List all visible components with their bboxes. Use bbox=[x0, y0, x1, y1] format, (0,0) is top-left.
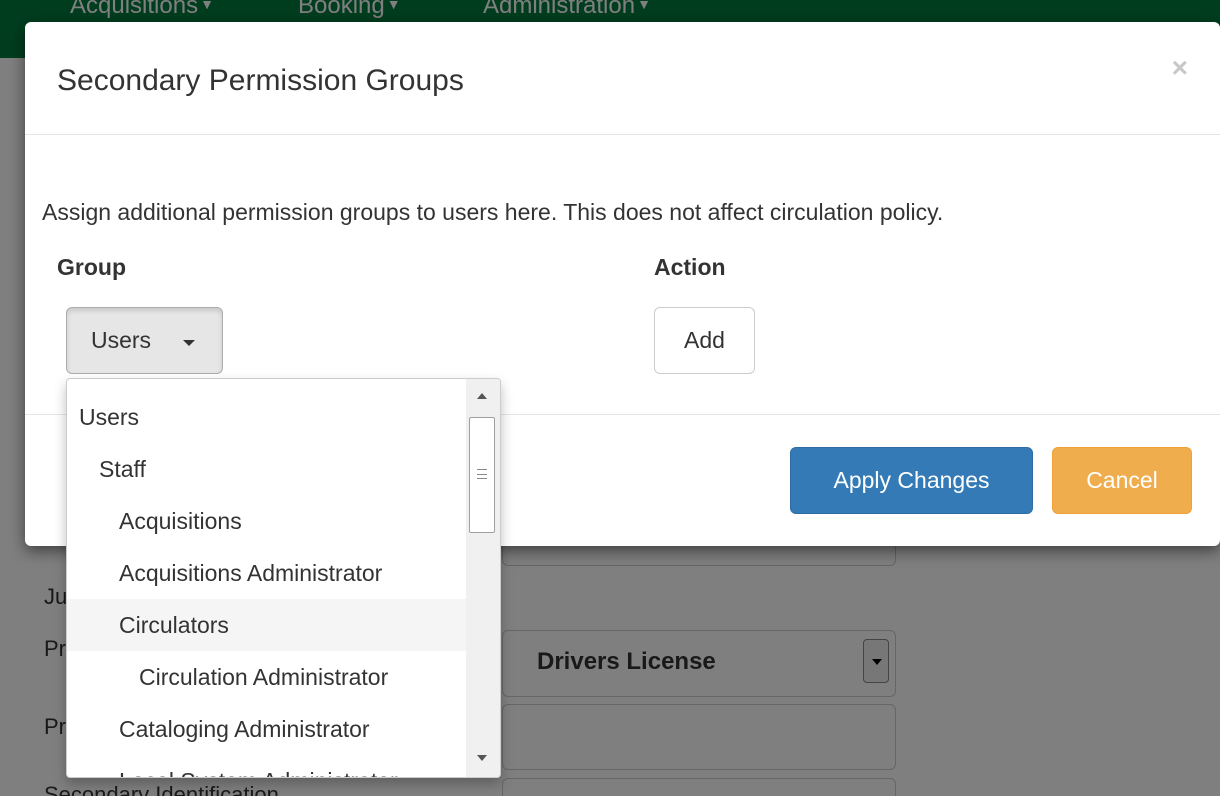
scroll-down-arrow-icon[interactable] bbox=[477, 755, 487, 761]
modal-title: Secondary Permission Groups bbox=[57, 64, 464, 97]
dropdown-scrollbar[interactable] bbox=[466, 379, 500, 777]
group-option[interactable]: Acquisitions Administrator bbox=[67, 547, 467, 599]
grip-icon bbox=[477, 469, 487, 479]
group-dropdown-selected: Users bbox=[91, 327, 152, 353]
action-column-header: Action bbox=[654, 254, 726, 280]
group-column-header: Group bbox=[57, 254, 126, 280]
caret-down-icon bbox=[183, 340, 195, 346]
modal-header-divider bbox=[25, 134, 1220, 135]
modal-description: Assign additional permission groups to u… bbox=[42, 199, 944, 225]
scrollbar-thumb[interactable] bbox=[469, 417, 495, 533]
group-dropdown-menu: Users Staff Acquisitions Acquisitions Admin… bbox=[66, 378, 501, 778]
apply-changes-button[interactable]: Apply Changes bbox=[790, 447, 1033, 514]
group-dropdown-list: Users Staff Acquisitions Acquisitions Admin… bbox=[67, 391, 467, 777]
group-option[interactable]: Acquisitions bbox=[67, 495, 467, 547]
group-option[interactable]: Cataloging Administrator bbox=[67, 703, 467, 755]
group-option[interactable]: Circulation Administrator bbox=[67, 651, 467, 703]
group-option[interactable]: Users bbox=[67, 391, 467, 443]
cancel-button[interactable]: Cancel bbox=[1052, 447, 1192, 514]
add-button[interactable]: Add bbox=[654, 307, 755, 374]
group-option[interactable]: Local System Administrator bbox=[67, 755, 467, 777]
close-icon[interactable]: × bbox=[1172, 54, 1188, 82]
group-dropdown-toggle[interactable]: Users bbox=[66, 307, 223, 374]
group-option[interactable]: Staff bbox=[67, 443, 467, 495]
scroll-up-arrow-icon[interactable] bbox=[477, 393, 487, 399]
group-option[interactable]: Circulators bbox=[67, 599, 467, 651]
